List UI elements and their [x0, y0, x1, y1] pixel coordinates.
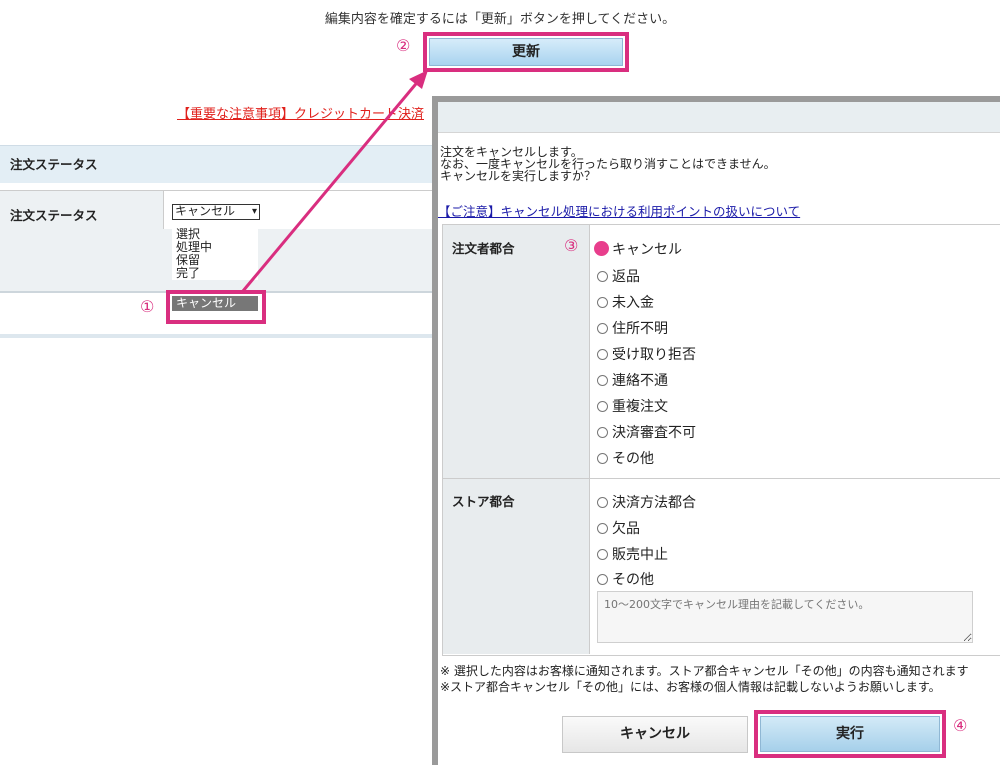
dialog-cancel-button[interactable]: キャンセル — [562, 716, 748, 753]
chevron-down-icon: ▾ — [251, 206, 257, 217]
radio-icon — [597, 375, 608, 386]
section-divider — [0, 334, 432, 338]
customer-reason-label: 注文者都合 — [452, 241, 515, 256]
radio-selected-icon — [594, 241, 609, 256]
radio-store-out-of-stock[interactable]: 欠品 — [597, 518, 640, 538]
radio-icon — [597, 574, 608, 585]
table-divider — [590, 478, 1000, 479]
radio-customer-payment-denied[interactable]: 決済審査不可 — [597, 422, 696, 442]
step-marker-4: ④ — [953, 716, 968, 735]
customer-reason-label-cell — [443, 225, 590, 479]
notice-text-2: ※ストア都合キャンセル「その他」には、お客様の個人情報は記載しないようお願いしま… — [440, 680, 941, 694]
dialog-message: 注文をキャンセルします。 なお、一度キャンセルを行ったら取り消すことはできません… — [440, 145, 776, 183]
section-title: 注文ステータス — [10, 157, 98, 172]
update-button[interactable]: 更新 — [429, 38, 623, 66]
radio-store-other[interactable]: その他 — [597, 569, 654, 589]
step-marker-2: ② — [396, 36, 411, 55]
radio-customer-unreachable[interactable]: 連絡不通 — [597, 370, 668, 390]
radio-store-payment-method[interactable]: 決済方法都合 — [597, 492, 696, 512]
radio-customer-return[interactable]: 返品 — [597, 266, 640, 286]
radio-icon — [597, 401, 608, 412]
radio-customer-other[interactable]: その他 — [597, 448, 654, 468]
radio-customer-address-unknown[interactable]: 住所不明 — [597, 318, 668, 338]
radio-icon — [597, 323, 608, 334]
step-marker-1: ① — [140, 297, 155, 316]
radio-customer-cancel[interactable]: キャンセル — [594, 239, 682, 259]
select-value: キャンセル — [175, 204, 236, 218]
important-notice-link[interactable]: 【重要な注意事項】クレジットカード決済 — [177, 103, 424, 122]
dropdown-option-cancel[interactable]: キャンセル — [172, 296, 258, 311]
order-status-select[interactable]: キャンセル ▾ — [172, 204, 260, 220]
radio-customer-refused[interactable]: 受け取り拒否 — [597, 344, 696, 364]
radio-icon — [597, 453, 608, 464]
execute-button[interactable]: 実行 — [760, 716, 940, 752]
radio-icon — [597, 297, 608, 308]
order-status-label: 注文ステータス — [10, 208, 98, 223]
step-marker-3: ③ — [564, 236, 579, 255]
radio-icon — [597, 497, 608, 508]
store-reason-label: ストア都合 — [452, 494, 515, 509]
dialog-header — [438, 102, 1000, 133]
radio-store-discontinued[interactable]: 販売中止 — [597, 544, 668, 564]
cancel-reason-textarea[interactable] — [597, 591, 973, 643]
radio-icon — [597, 349, 608, 360]
order-status-dropdown-list: 選択 処理中 保留 完了 — [172, 228, 258, 280]
radio-customer-duplicate[interactable]: 重複注文 — [597, 396, 668, 416]
radio-icon — [597, 271, 608, 282]
radio-customer-unpaid[interactable]: 未入金 — [597, 292, 654, 312]
arrow-head — [409, 70, 428, 89]
radio-icon — [597, 523, 608, 534]
radio-icon — [597, 427, 608, 438]
instruction-text: 編集内容を確定するには「更新」ボタンを押してください。 — [324, 12, 676, 27]
dropdown-option[interactable]: 完了 — [172, 267, 258, 280]
radio-icon — [597, 549, 608, 560]
point-handling-note-link[interactable]: 【ご注意】キャンセル処理における利用ポイントの扱いについて — [438, 201, 800, 220]
notice-text-1: ※ 選択した内容はお客様に通知されます。ストア都合キャンセル「その他」の内容も通… — [440, 664, 969, 678]
